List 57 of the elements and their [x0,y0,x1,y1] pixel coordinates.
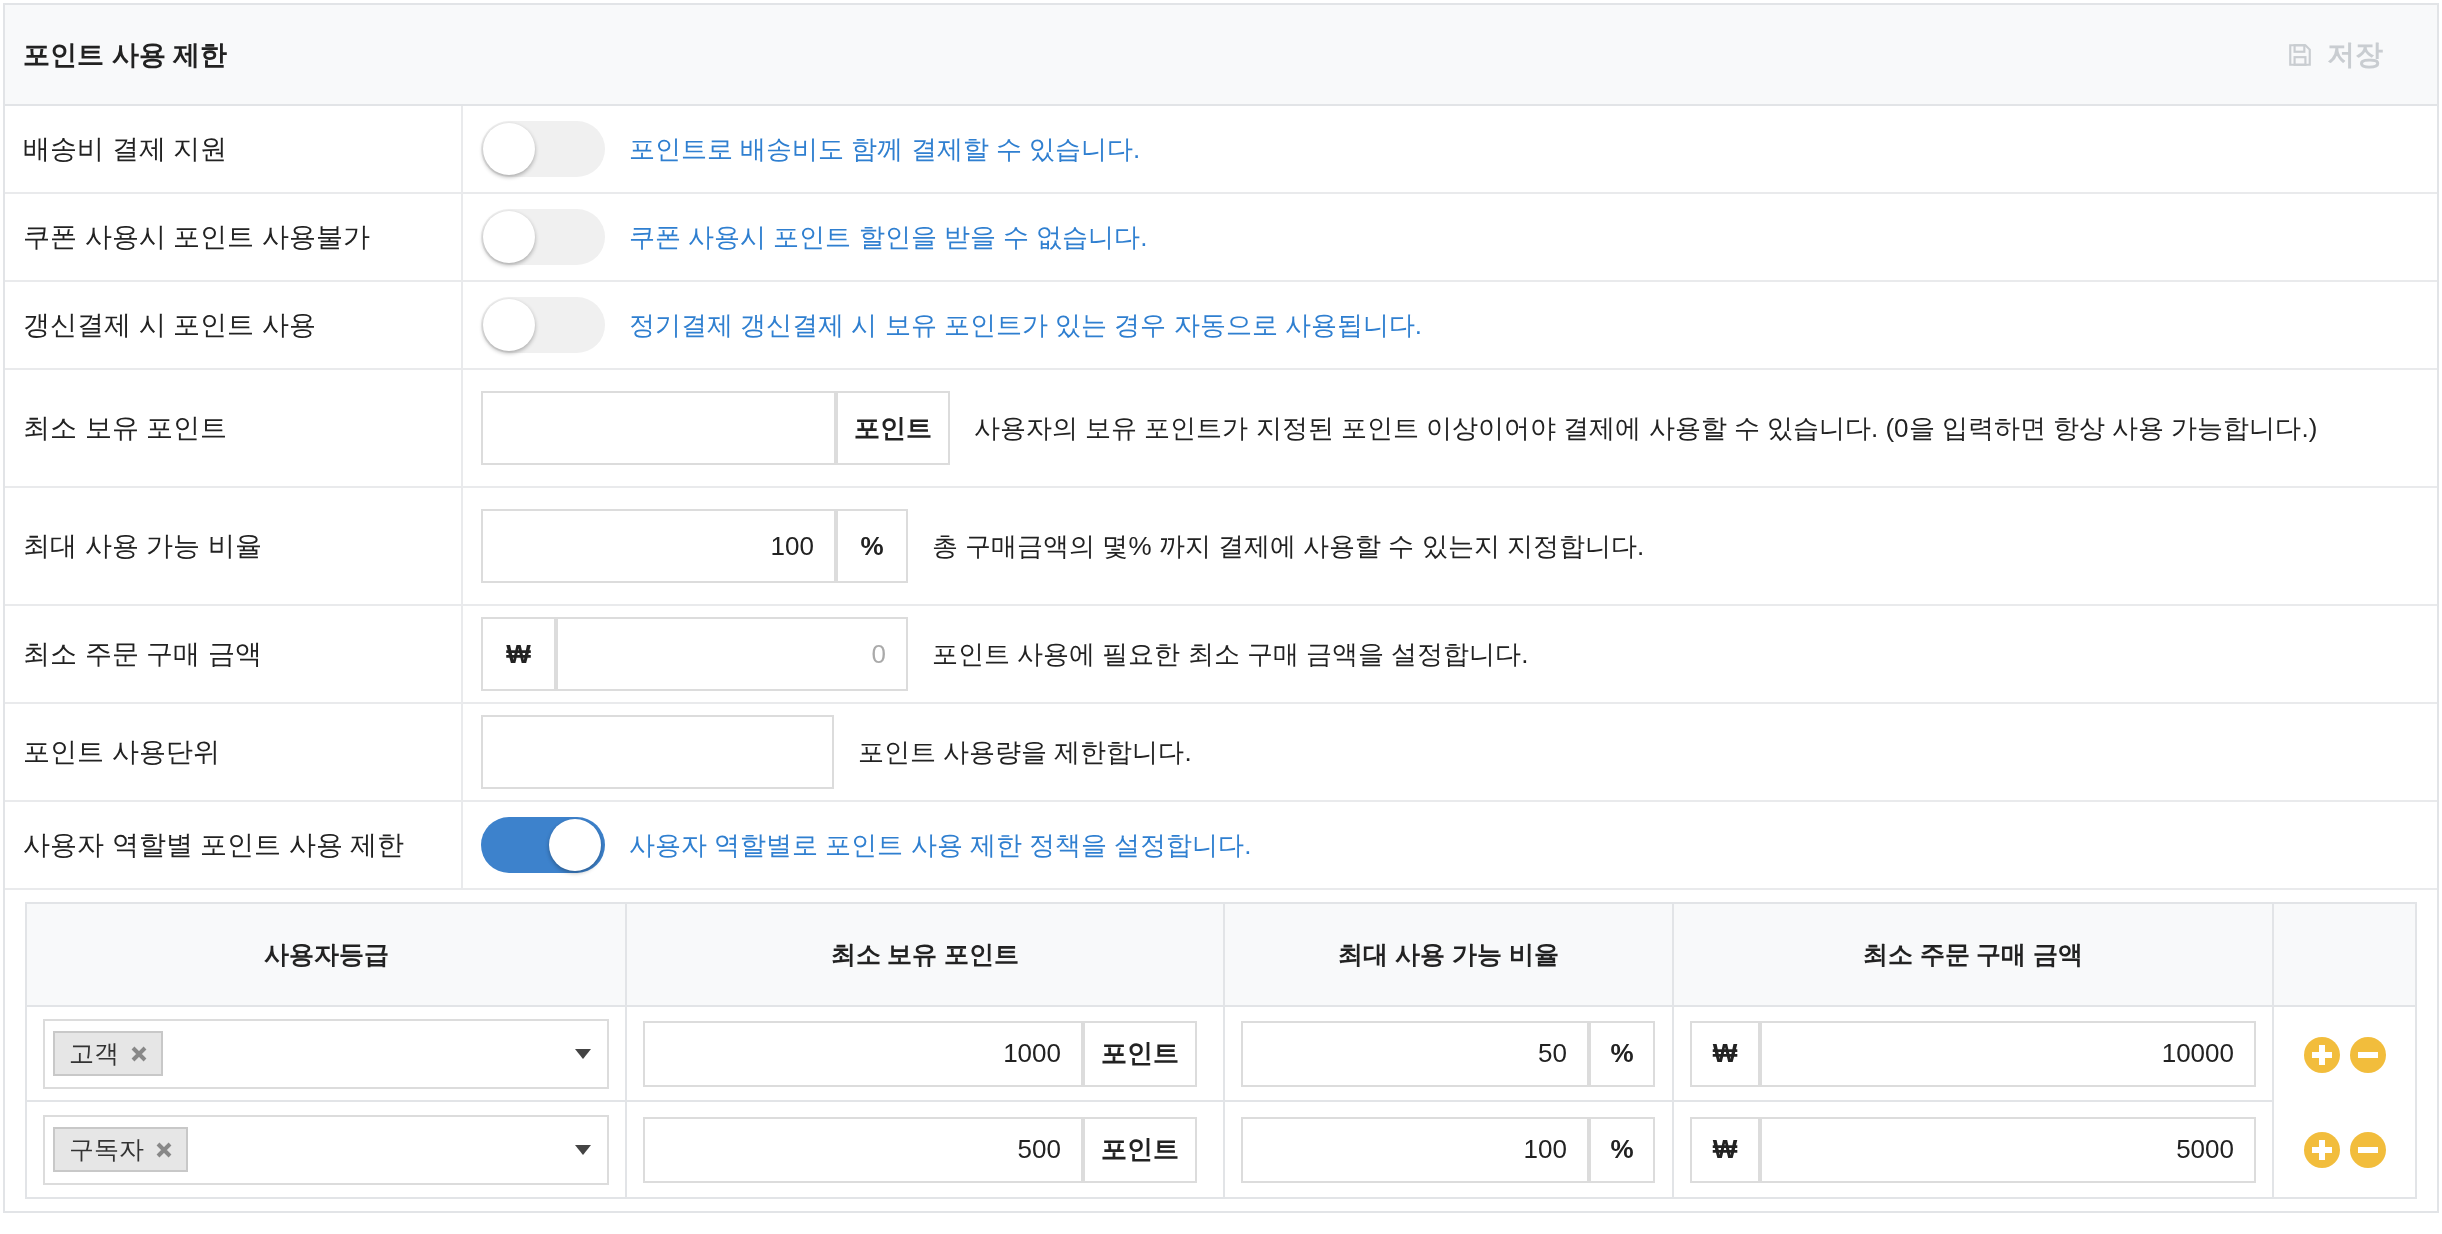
remove-icon[interactable] [131,1045,147,1062]
setting-label: 포인트 사용단위 [23,736,220,769]
currency-label: ₩ [481,617,556,691]
setting-label: 쿠폰 사용시 포인트 사용불가 [23,221,370,254]
unit-label: % [1589,1116,1655,1183]
help-text: 포인트 사용량을 제한합니다. [858,735,1192,769]
setting-label: 배송비 결제 지원 [23,133,227,166]
help-text: 포인트로 배송비도 함께 결제할 수 있습니다. [629,132,1141,166]
number-input[interactable]: 100 [481,509,836,583]
column-header: 최대 사용 가능 비율 [1225,904,1674,1007]
amount-input[interactable]: 0 [556,617,908,691]
amount-input[interactable]: 10000 [1760,1020,2256,1087]
setting-label: 최대 사용 가능 비율 [23,530,262,563]
setting-label: 사용자 역할별 포인트 사용 제한 [23,829,404,862]
panel-title: 포인트 사용 제한 [23,38,227,72]
currency-label: ₩ [1690,1020,1760,1087]
help-text: 사용자의 보유 포인트가 지정된 포인트 이상이어야 결제에 사용할 수 있습니다. (0을 입력하면 항상 사용 가능합니다.) [974,411,2318,445]
number-input[interactable]: 500 [643,1116,1083,1183]
column-header: 사용자등급 [27,904,627,1007]
add-icon[interactable] [2303,1131,2340,1168]
unit-label: % [836,509,908,583]
role-tag: 구독자 [53,1127,188,1172]
number-input[interactable]: 1000 [643,1020,1083,1087]
unit-input[interactable] [481,715,834,789]
unit-label: 포인트 [836,391,950,465]
caret-icon [575,1048,591,1059]
remove-icon[interactable] [156,1141,172,1158]
toggle-switch[interactable] [481,817,605,873]
number-input[interactable] [481,391,836,465]
setting-label: 갱신결제 시 포인트 사용 [23,309,316,342]
setting-label: 최소 주문 구매 금액 [23,638,262,671]
role-tag: 고객 [53,1031,163,1076]
remove-row-icon[interactable] [2349,1131,2386,1168]
toggle-switch[interactable] [481,209,605,265]
help-text: 사용자 역할별로 포인트 사용 제한 정책을 설정합니다. [629,828,1252,862]
number-input[interactable]: 50 [1241,1020,1589,1087]
save-icon [2287,41,2313,68]
column-header: 최소 보유 포인트 [627,904,1225,1007]
add-icon[interactable] [2303,1036,2340,1073]
role-select[interactable]: 구독자 [43,1114,609,1185]
role-select[interactable]: 고객 [43,1018,609,1089]
currency-label: ₩ [1690,1116,1760,1183]
help-text: 총 구매금액의 몇% 까지 결제에 사용할 수 있는지 지정합니다. [932,529,1645,563]
unit-label: 포인트 [1083,1020,1197,1087]
help-text: 포인트 사용에 필요한 최소 구매 금액을 설정합니다. [932,637,1529,671]
caret-icon [575,1144,591,1155]
toggle-switch[interactable] [481,121,605,177]
help-text: 쿠폰 사용시 포인트 할인을 받을 수 없습니다. [629,220,1148,254]
amount-input[interactable]: 5000 [1760,1116,2256,1183]
setting-label: 최소 보유 포인트 [23,412,227,445]
unit-label: 포인트 [1083,1116,1197,1183]
help-text: 정기결제 갱신결제 시 보유 포인트가 있는 경우 자동으로 사용됩니다. [629,308,1422,342]
remove-row-icon[interactable] [2349,1036,2386,1073]
toggle-switch[interactable] [481,297,605,353]
column-header: 최소 주문 구매 금액 [1674,904,2274,1007]
number-input[interactable]: 100 [1241,1116,1589,1183]
unit-label: % [1589,1020,1655,1087]
